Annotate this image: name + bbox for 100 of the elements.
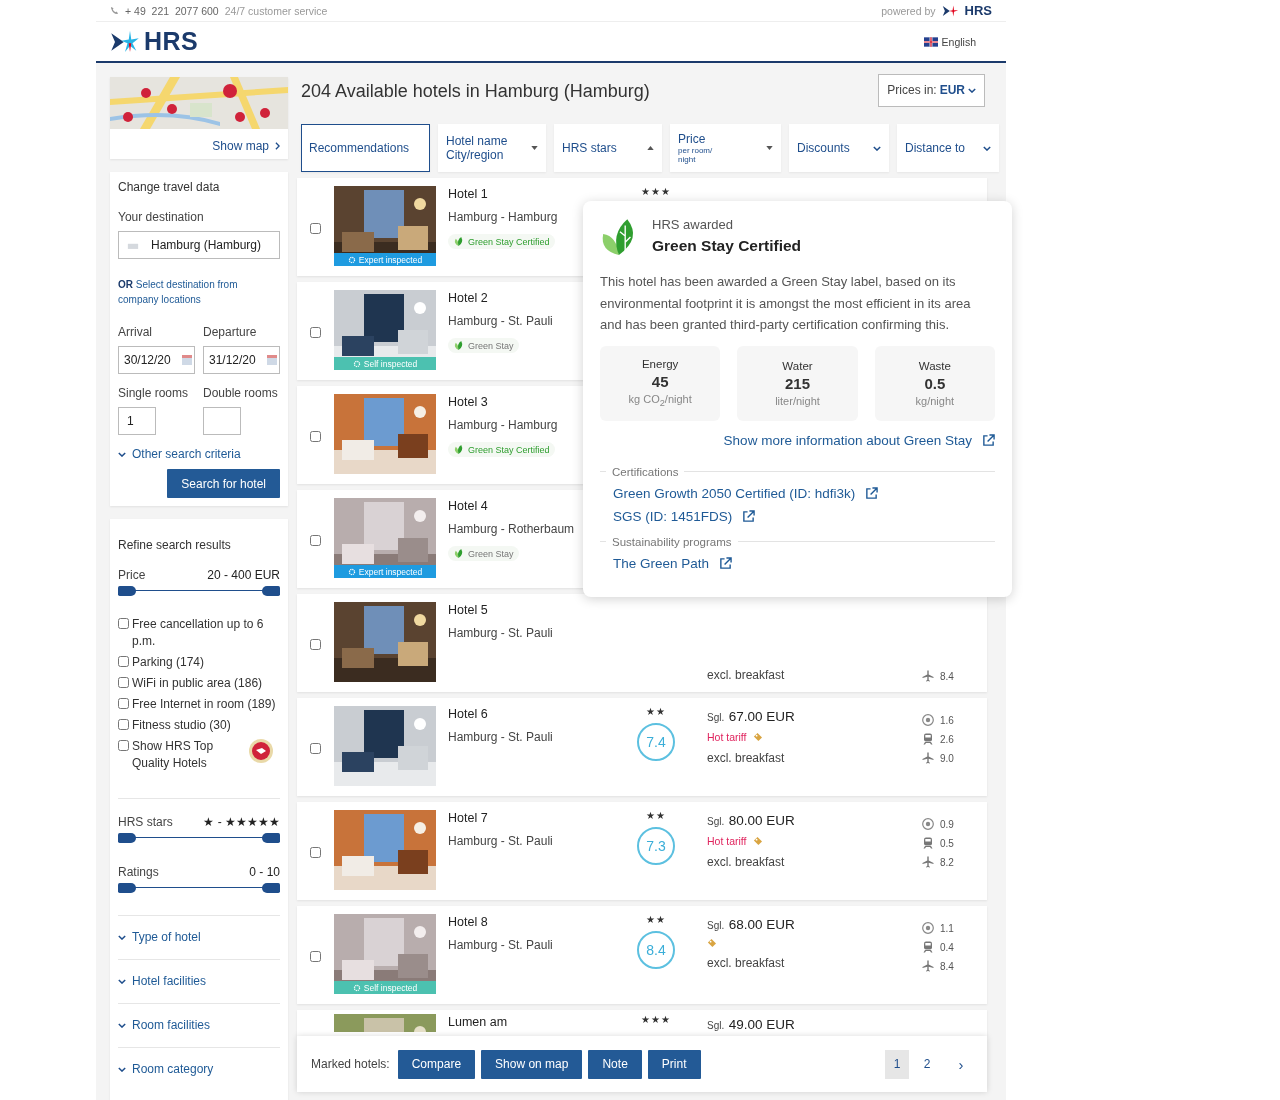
range-label: HRS stars	[118, 815, 173, 829]
section-heading: Certifications	[612, 465, 679, 478]
sort-tab[interactable]: Recommendations	[301, 124, 430, 172]
powered-by-label: powered by	[881, 4, 936, 17]
range-slider[interactable]	[118, 883, 280, 893]
action-button[interactable]: Note	[588, 1049, 642, 1079]
sustainability-label: Green Stay Certified	[468, 444, 550, 455]
filter-checkbox[interactable]	[118, 618, 129, 629]
hotel-checkbox[interactable]	[309, 846, 321, 858]
other-criteria-toggle[interactable]: Other search criteria	[118, 447, 280, 461]
hotel-name[interactable]: Hotel 2	[448, 291, 488, 305]
medal-icon	[248, 738, 274, 764]
hotel-name[interactable]: Hotel 4	[448, 499, 488, 513]
flag-icon	[923, 36, 938, 47]
slider-handle[interactable]	[118, 883, 136, 893]
filter-checkbox[interactable]	[118, 698, 129, 709]
arrival-date-field[interactable]: 30/12/20	[118, 346, 195, 374]
sustainability-badge[interactable]: Green Stay	[448, 338, 519, 353]
language-selector[interactable]: English	[941, 35, 976, 48]
field-label: Single rooms	[118, 386, 190, 400]
hotel-checkbox[interactable]	[309, 638, 321, 650]
certification-link[interactable]: SGS (ID: 1451FDS)	[613, 508, 733, 524]
sustainability-badge[interactable]: Green Stay	[448, 546, 519, 561]
distance-value: 0.9	[940, 818, 954, 830]
inspection-label: Self inspected	[363, 358, 418, 369]
filter-section-toggle[interactable]: Room category	[118, 1062, 280, 1076]
page-button[interactable]: 1	[885, 1049, 909, 1079]
hotel-checkbox[interactable]	[309, 430, 321, 442]
metric-label: Water	[782, 359, 813, 372]
hotel-price: 68.00 EUR	[728, 917, 795, 932]
filter-checkbox[interactable]	[118, 719, 129, 730]
hotel-location: Hamburg - Hamburg	[448, 418, 558, 432]
hotel-name[interactable]: Hotel 7	[448, 811, 488, 825]
slider-handle[interactable]	[262, 586, 280, 596]
destination-field[interactable]: Hamburg (Hamburg)	[118, 231, 280, 259]
filter-section-toggle[interactable]: Hotel facilities	[118, 974, 280, 988]
hotel-checkbox[interactable]	[309, 222, 321, 234]
range-reading: 0 - 10	[249, 865, 280, 879]
distance-value: 8.4	[940, 960, 954, 972]
filter-checkbox[interactable]	[118, 677, 129, 688]
gear-icon	[347, 255, 356, 264]
hotel-name[interactable]: Lumen am	[448, 1015, 508, 1029]
slider-handle[interactable]	[118, 586, 136, 596]
filter-label: Show HRS Top Quality Hotels	[132, 738, 215, 772]
hotel-checkbox[interactable]	[309, 950, 321, 962]
sort-tab[interactable]: Discounts	[789, 124, 889, 172]
calendar-icon	[182, 355, 192, 365]
filter-checkbox[interactable]	[118, 656, 129, 667]
sort-tab[interactable]: Price per room/ night	[670, 124, 781, 172]
chevron-icon	[118, 934, 126, 940]
leaf-icon	[453, 340, 464, 351]
external-link-icon	[719, 556, 733, 570]
range-slider[interactable]	[118, 586, 280, 596]
hotel-checkbox[interactable]	[309, 326, 321, 338]
action-button[interactable]: Show on map	[481, 1049, 583, 1079]
double-rooms-field[interactable]	[203, 407, 241, 435]
single-rooms-field[interactable]: 1	[118, 407, 156, 435]
hotel-name[interactable]: Hotel 6	[448, 707, 488, 721]
company-locations-link[interactable]: OR Select destination from company locations	[118, 277, 280, 307]
filter-section-toggle[interactable]: Room facilities	[118, 1018, 280, 1032]
gear-icon	[347, 567, 356, 576]
filter-section-toggle[interactable]: Type of hotel	[118, 930, 280, 944]
sort-tab[interactable]: Distance to	[897, 124, 999, 172]
slider-handle[interactable]	[262, 833, 280, 843]
hotel-name[interactable]: Hotel 3	[448, 395, 488, 409]
action-button[interactable]: Compare	[397, 1049, 476, 1079]
train-icon	[922, 941, 934, 953]
hotel-name[interactable]: Hotel 8	[448, 915, 488, 929]
slider-handle[interactable]	[118, 833, 136, 843]
hotel-checkbox[interactable]	[309, 742, 321, 754]
filter-label: Free Internet in room (189)	[132, 696, 277, 713]
search-button[interactable]: Search for hotel	[167, 469, 280, 498]
departure-date-field[interactable]: 31/12/20	[203, 346, 280, 374]
hotel-price: 67.00 EUR	[728, 709, 795, 724]
distance-value: 1.1	[940, 922, 954, 934]
currency-selector[interactable]: Prices in: EUR	[878, 73, 985, 107]
show-map-link[interactable]: Show map	[212, 139, 280, 153]
sort-tab[interactable]: Hotel name City/region	[438, 124, 546, 172]
popover-text: This hotel has been awarded a Green Stay label, based on its environmental footprint it is amongst the most efficient in its area and has been granted third-party certification confirming this.	[600, 273, 972, 334]
metric-value: 45	[651, 372, 669, 390]
sort-tab[interactable]: HRS stars	[554, 124, 662, 172]
more-info-link[interactable]: Show more information about Green Stay	[723, 432, 972, 448]
range-slider[interactable]	[118, 833, 280, 843]
certification-link[interactable]: Green Growth 2050 Certified (ID: hdfi3k)	[613, 485, 856, 501]
filter-checkbox[interactable]	[118, 740, 129, 751]
range-label: Ratings	[118, 865, 159, 879]
metric-label: Energy	[641, 357, 679, 370]
hotel-checkbox[interactable]	[309, 534, 321, 546]
chevron-icon	[275, 142, 280, 150]
hotel-name[interactable]: Hotel 1	[448, 187, 488, 201]
distance-value: 8.2	[940, 856, 954, 868]
action-button[interactable]: Print	[647, 1049, 701, 1079]
hotel-name[interactable]: Hotel 5	[448, 603, 488, 617]
rating-circle: 8.4	[637, 931, 675, 969]
slider-handle[interactable]	[262, 883, 280, 893]
field-label: Departure	[203, 325, 258, 339]
certification-link[interactable]: The Green Path	[613, 555, 710, 571]
sustainability-label: Green Stay	[468, 340, 514, 351]
logo-text: HRS	[144, 27, 199, 56]
distance-value: 1.6	[940, 714, 954, 726]
